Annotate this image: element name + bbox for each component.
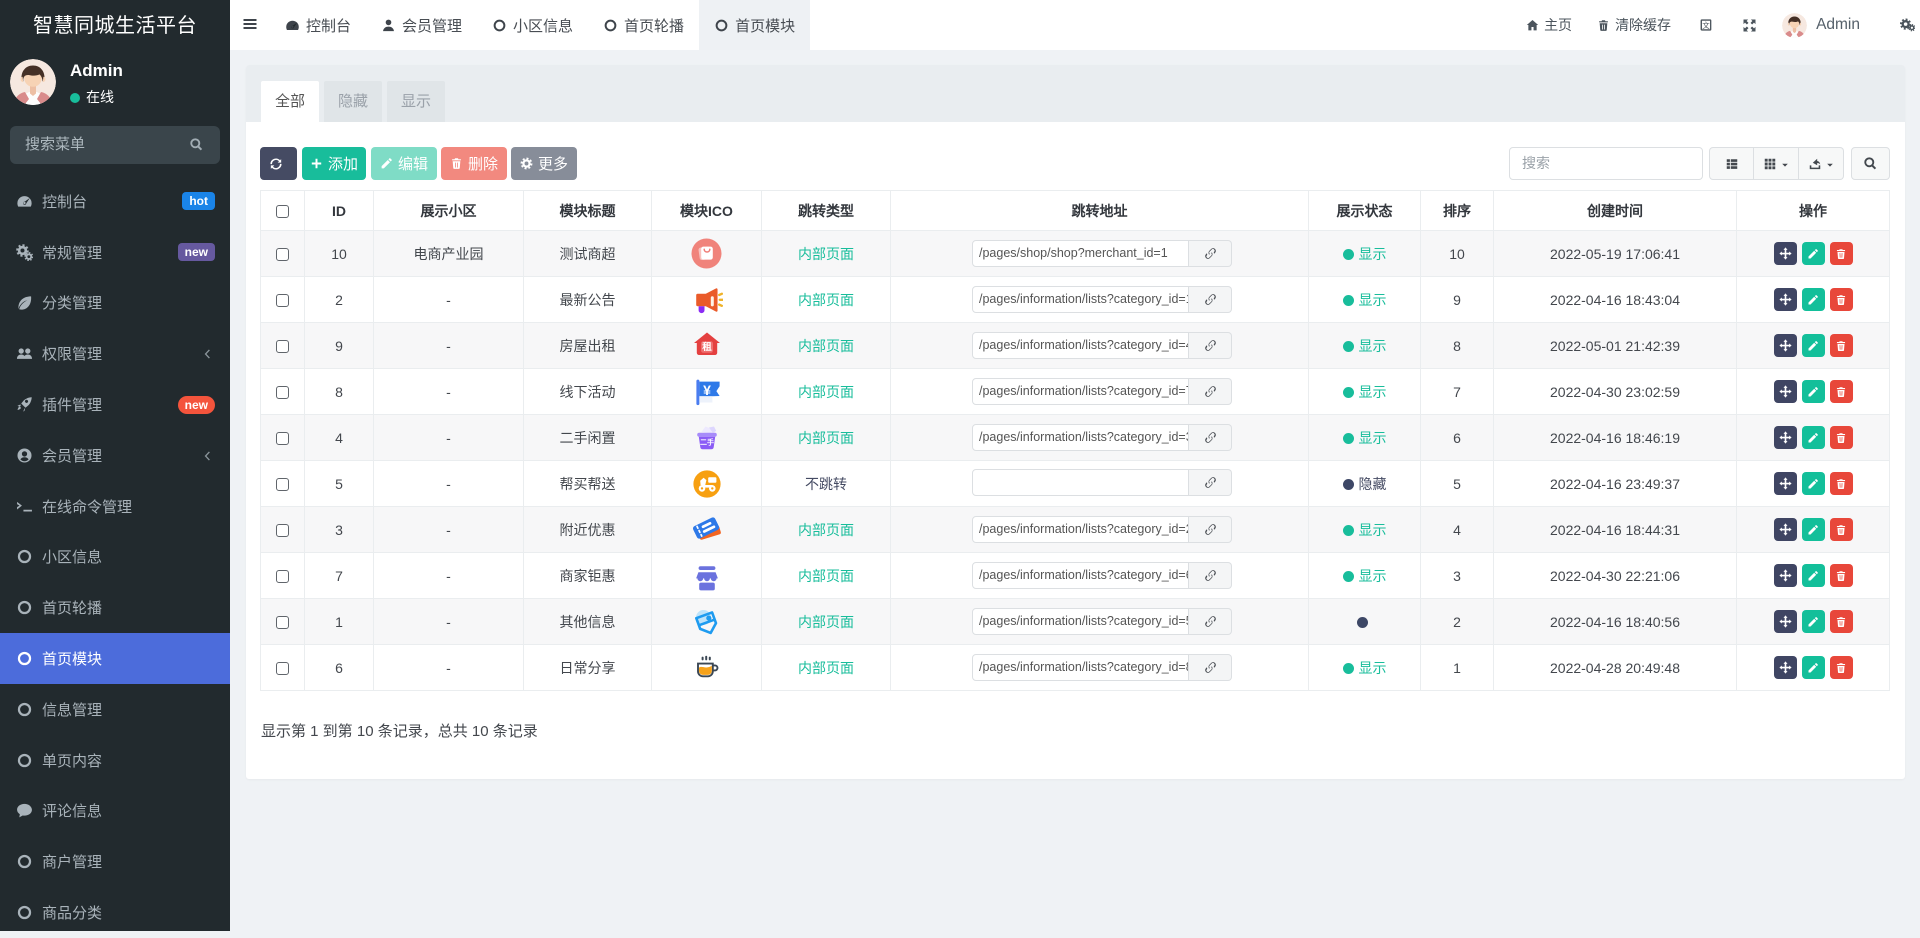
svg-text:¥: ¥ (703, 382, 711, 398)
svg-text:租: 租 (702, 341, 712, 353)
svg-text:二手: 二手 (700, 437, 714, 446)
svg-text:文: 文 (1702, 20, 1710, 30)
